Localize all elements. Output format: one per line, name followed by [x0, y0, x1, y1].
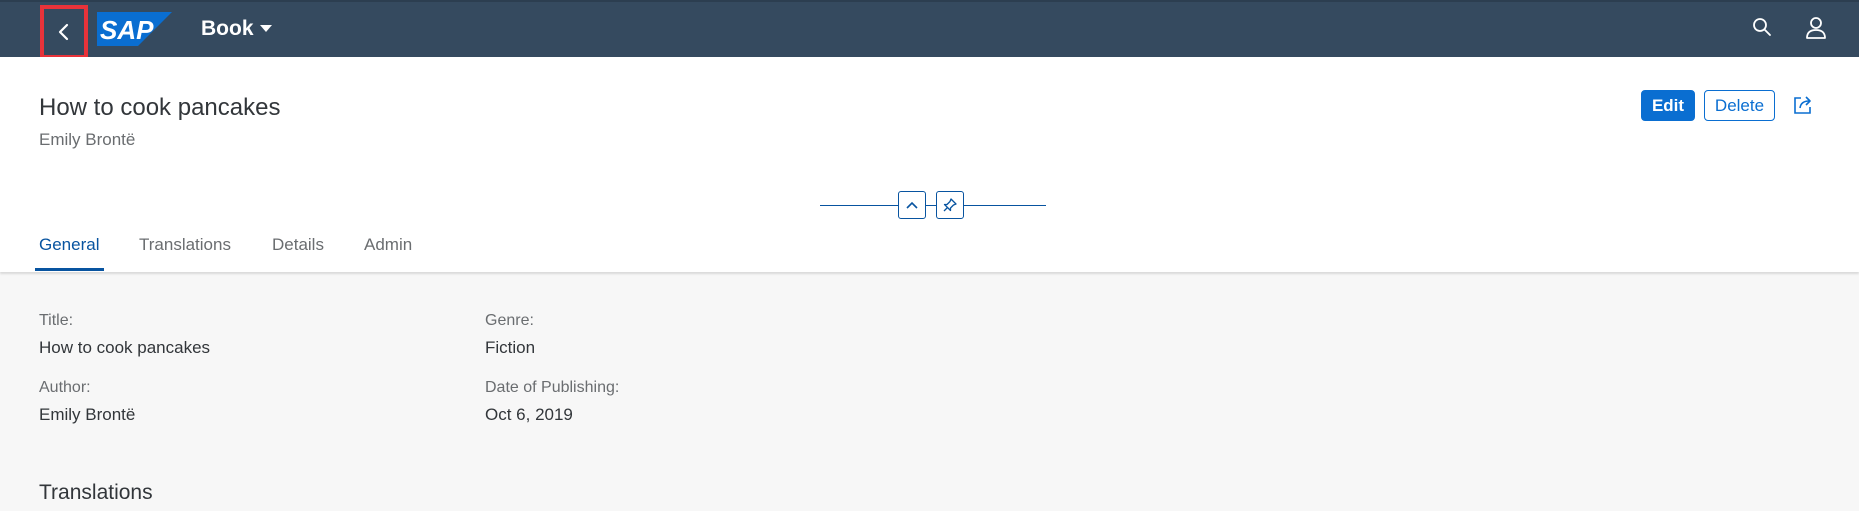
collapse-header-button[interactable] — [898, 191, 926, 219]
svg-text:SAP: SAP — [100, 15, 154, 45]
tab-translations[interactable]: Translations — [139, 235, 231, 255]
tab-admin[interactable]: Admin — [364, 235, 412, 255]
sap-logo[interactable]: SAP — [97, 12, 172, 51]
app-title: Book — [201, 17, 254, 40]
tab-general[interactable]: General — [39, 235, 99, 255]
search-icon — [1753, 18, 1771, 36]
genre-value: Fiction — [485, 338, 536, 357]
tab-details[interactable]: Details — [272, 235, 324, 255]
chevron-up-icon — [906, 201, 918, 209]
user-button[interactable] — [1805, 16, 1827, 45]
delete-button[interactable]: Delete — [1704, 90, 1775, 121]
page-title: How to cook pancakes — [39, 94, 281, 121]
object-page-header: How to cook pancakes Emily Brontë Edit D… — [0, 57, 1859, 272]
title-label: Title: — [39, 312, 74, 329]
page-subtitle: Emily Brontë — [39, 130, 136, 149]
caret-down-icon — [259, 25, 272, 32]
author-value: Emily Brontë — [39, 405, 136, 424]
pin-icon — [943, 198, 957, 212]
app-title-menu[interactable]: Book — [201, 17, 272, 41]
user-icon — [1806, 17, 1826, 39]
search-button[interactable] — [1751, 16, 1773, 43]
title-value: How to cook pancakes — [39, 338, 211, 357]
author-label: Author: — [39, 379, 91, 396]
shell-bar: SAP Book — [0, 0, 1859, 59]
date-value: Oct 6, 2019 — [485, 405, 573, 424]
active-tab-indicator — [35, 268, 104, 271]
date-label: Date of Publishing: — [485, 379, 620, 396]
header-divider-left — [820, 205, 898, 206]
chevron-left-icon — [58, 23, 69, 41]
share-icon — [1794, 96, 1811, 114]
header-divider-middle — [926, 205, 936, 206]
header-divider-right — [964, 205, 1046, 206]
genre-label: Genre: — [485, 312, 534, 329]
back-button[interactable] — [40, 5, 88, 59]
pin-header-button[interactable] — [936, 191, 964, 219]
translations-section-title: Translations — [39, 481, 153, 504]
share-button[interactable] — [1792, 94, 1814, 121]
edit-button[interactable]: Edit — [1641, 90, 1695, 121]
